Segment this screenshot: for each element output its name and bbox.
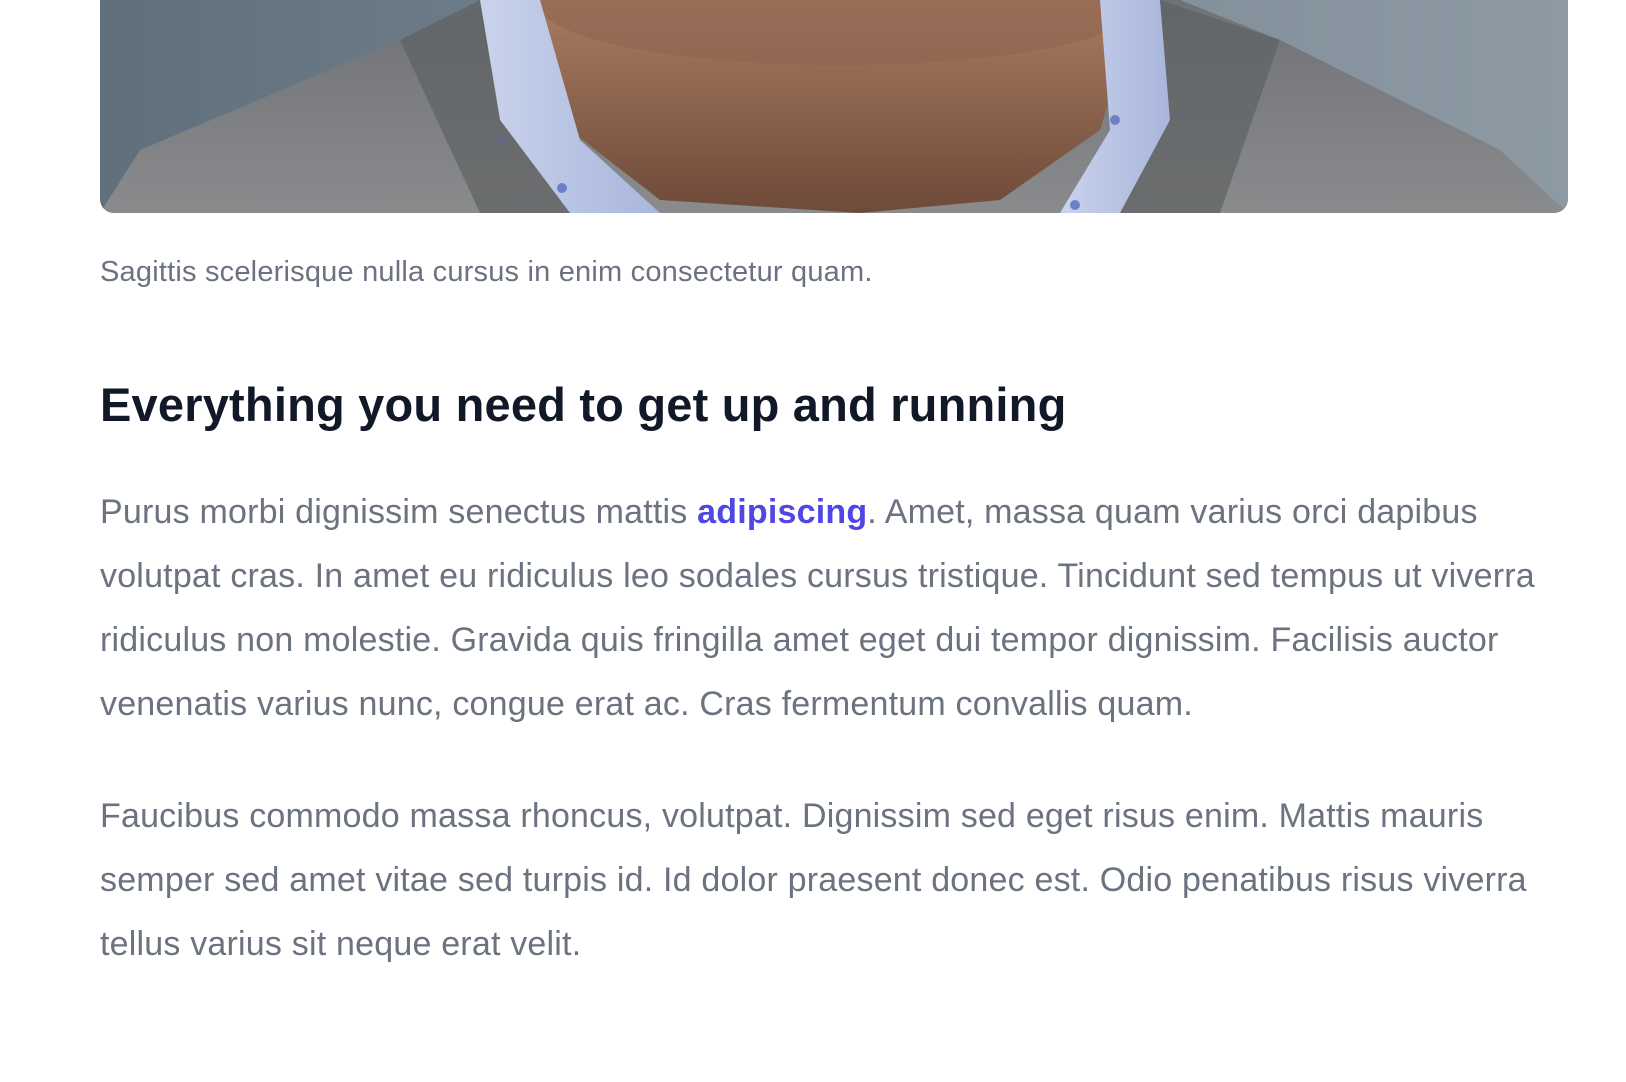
figure-caption: Sagittis scelerisque nulla cursus in eni… bbox=[100, 256, 873, 288]
section-heading: Everything you need to get up and runnin… bbox=[100, 378, 1067, 431]
article: Sagittis scelerisque nulla cursus in eni… bbox=[100, 0, 1568, 976]
article-figure: Sagittis scelerisque nulla cursus in eni… bbox=[100, 0, 1568, 290]
adipiscing-link[interactable]: adipiscing bbox=[697, 493, 867, 531]
paragraph-text: Purus morbi dignissim senectus mattis bbox=[100, 493, 698, 531]
body-paragraph-2: Faucibus commodo massa rhoncus, volutpat… bbox=[100, 797, 1527, 963]
portrait-image bbox=[100, 0, 1568, 213]
body-paragraph-1: Purus morbi dignissim senectus mattis ad… bbox=[100, 480, 1568, 736]
